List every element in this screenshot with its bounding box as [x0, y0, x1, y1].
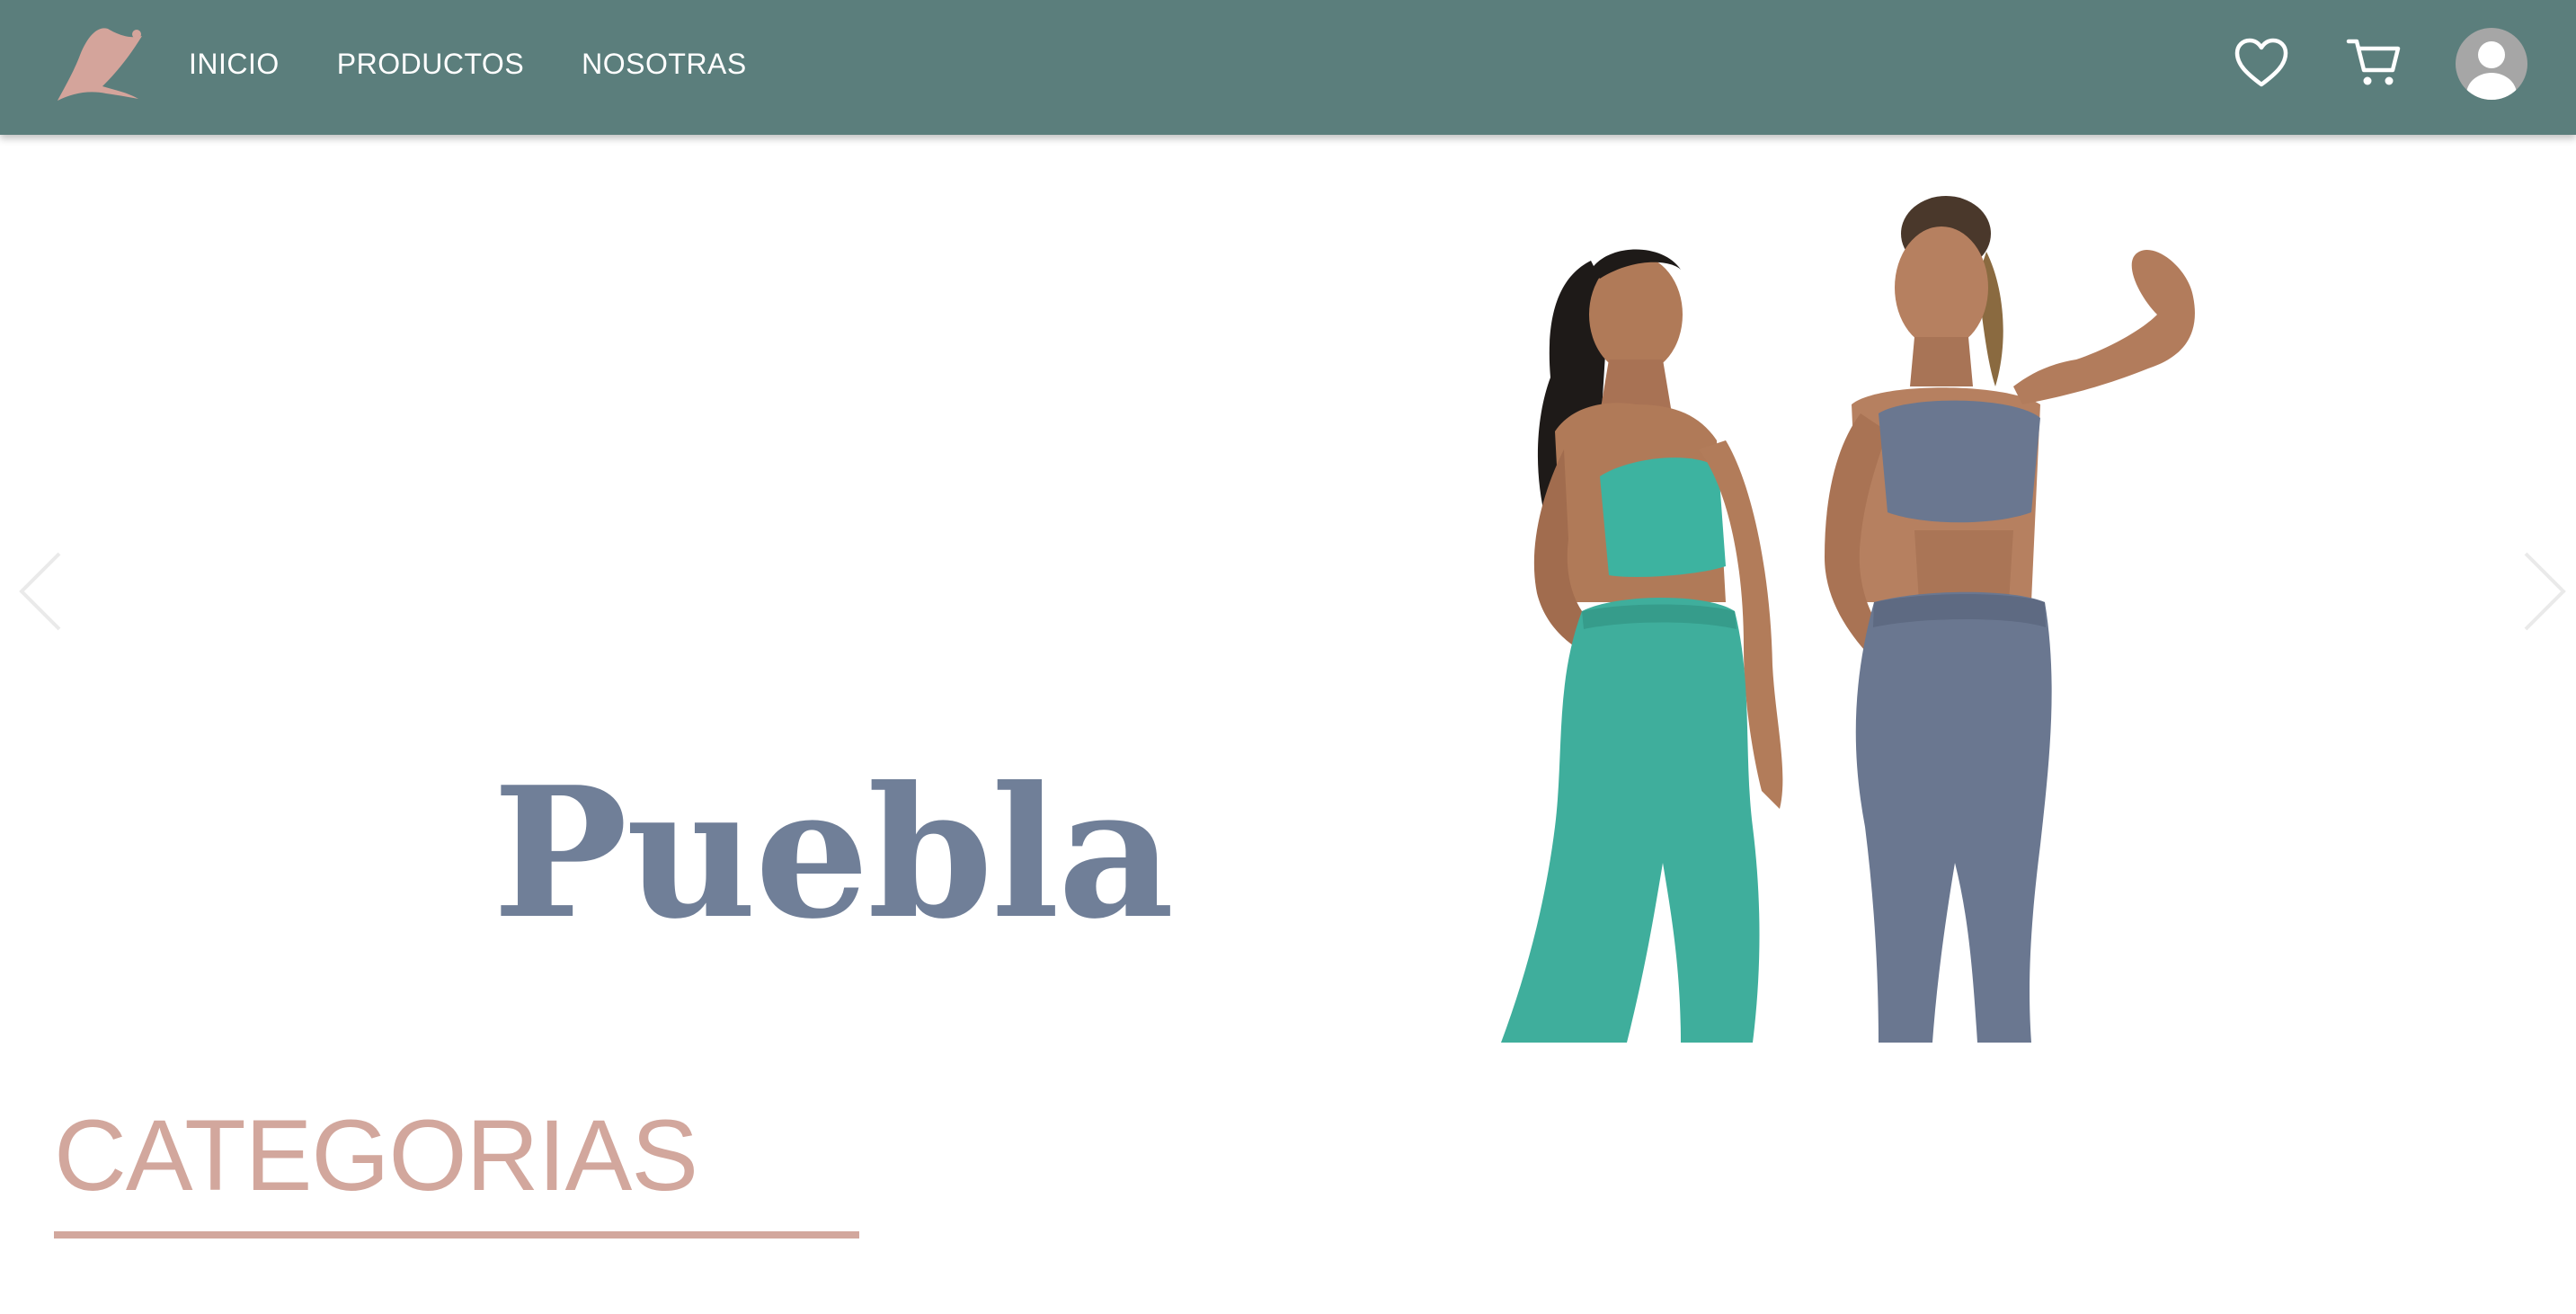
nav-link-nosotras[interactable]: NOSOTRAS: [582, 48, 747, 81]
categories-divider: [54, 1231, 859, 1239]
cart-icon[interactable]: [2346, 36, 2403, 90]
user-avatar-icon[interactable]: [2456, 28, 2527, 100]
chevron-right-icon[interactable]: [2517, 548, 2571, 635]
heart-icon[interactable]: [2234, 38, 2288, 88]
chevron-left-icon[interactable]: [14, 548, 68, 635]
hero-image: [1501, 196, 2195, 1043]
categories-section: CATEGORIAS: [54, 1099, 698, 1212]
nav-links: INICIO PRODUCTOS NOSOTRAS: [189, 0, 804, 128]
brand-logo-icon[interactable]: [52, 22, 147, 104]
woman-teal: [1501, 249, 1783, 1043]
hero-caption: Puebla: [493, 748, 1174, 959]
nav-link-productos[interactable]: PRODUCTOS: [337, 48, 524, 81]
categories-title: CATEGORIAS: [54, 1099, 698, 1212]
nav-link-inicio[interactable]: INICIO: [189, 48, 280, 81]
hero-carousel: Puebla: [0, 135, 2576, 1043]
woman-gray: [1825, 196, 2195, 1043]
top-navbar: INICIO PRODUCTOS NOSOTRAS: [0, 0, 2576, 135]
